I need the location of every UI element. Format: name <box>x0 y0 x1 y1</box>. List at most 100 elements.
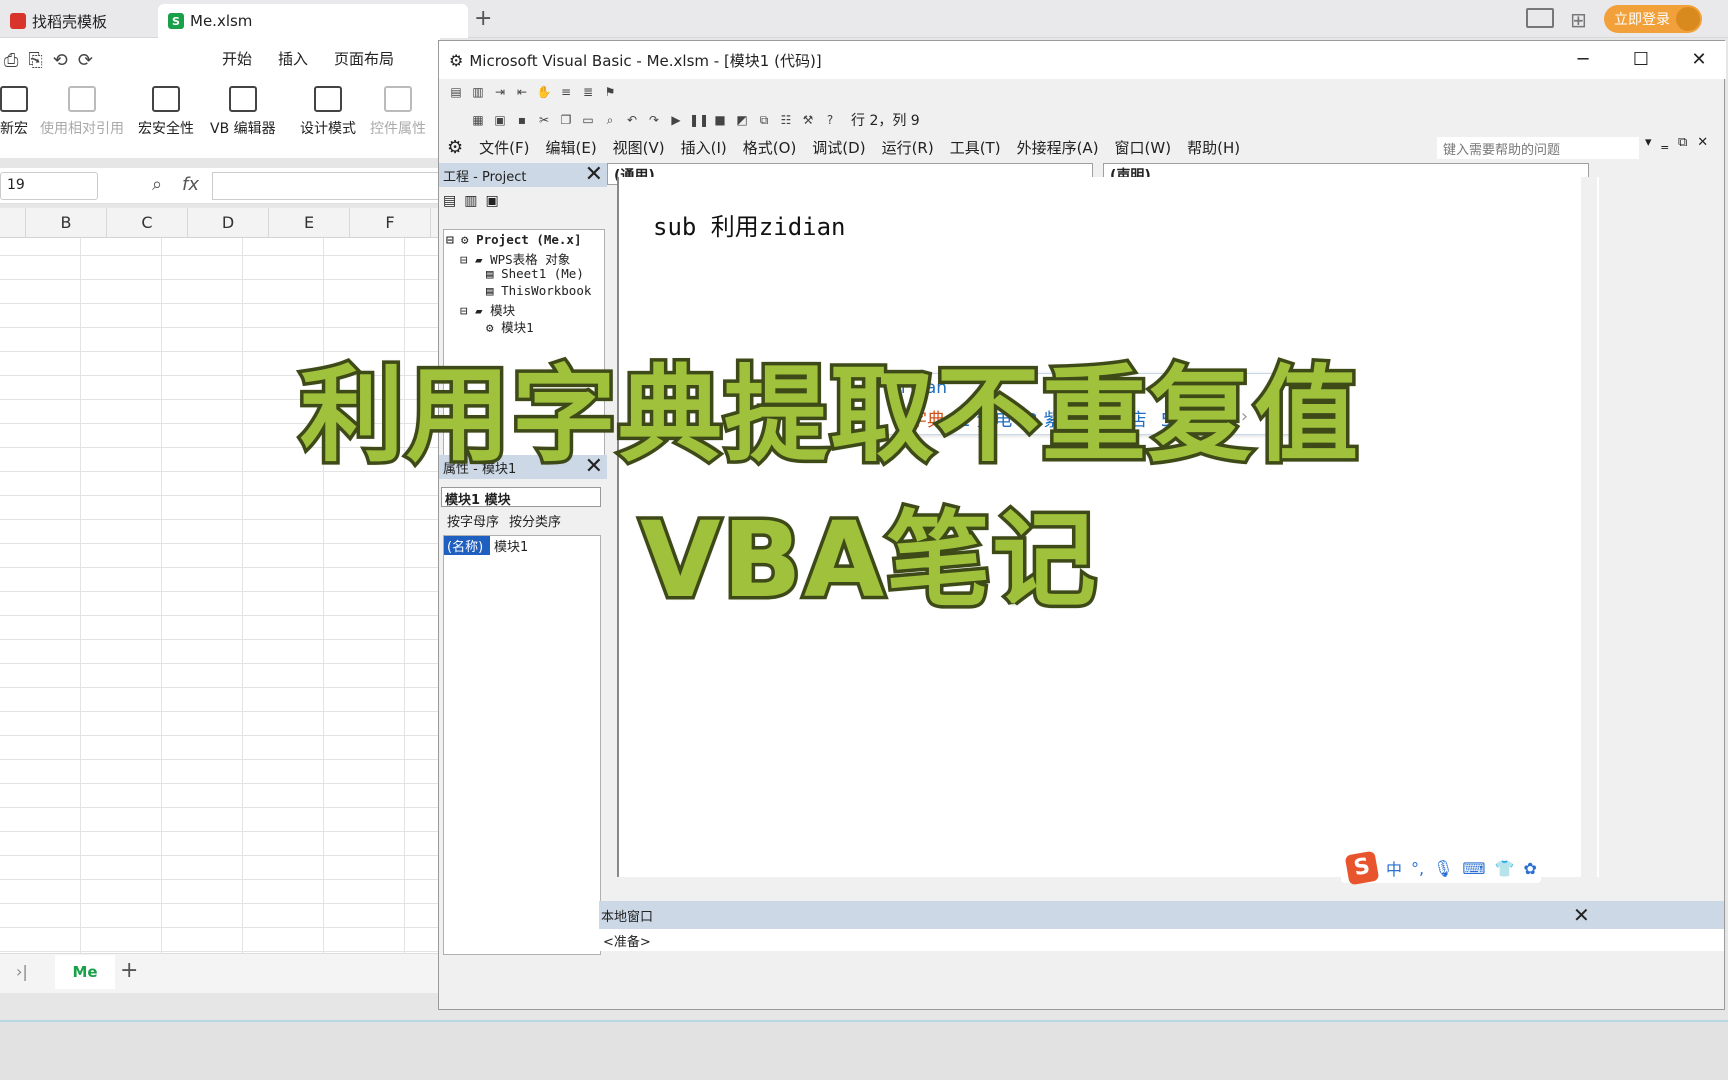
menu-start[interactable]: 开始 <box>222 48 252 69</box>
quick-access-icons[interactable]: ⎙⎘⟲⟳ <box>4 50 103 71</box>
tree-item-objects[interactable]: ⊟ ▰ WPS表格 对象 <box>446 249 602 266</box>
vb-editor-button[interactable]: VB 编辑器 <box>210 86 276 138</box>
menu-insert[interactable]: 插入 <box>278 48 308 69</box>
pause-icon[interactable]: ❚❚ <box>689 112 709 128</box>
insert-module-icon[interactable]: ▣ <box>491 112 509 128</box>
close-icon[interactable]: ✕ <box>1573 903 1590 927</box>
help-icon[interactable]: ? <box>821 112 839 128</box>
tab-template[interactable]: 找稻壳模板 <box>0 4 150 38</box>
undo-icon[interactable]: ↶ <box>623 112 641 128</box>
column-header[interactable]: D <box>188 208 269 237</box>
column-header[interactable]: C <box>107 208 188 237</box>
sogou-logo-icon[interactable]: S <box>1344 850 1380 886</box>
fx-icon[interactable]: fx <box>182 174 199 195</box>
maximize-icon[interactable]: ☐ <box>1612 41 1670 79</box>
design-mode-icon[interactable]: ◩ <box>733 112 751 128</box>
close-icon[interactable]: ✕ <box>585 164 603 186</box>
toggle-breakpoint-icon[interactable]: ✋ <box>535 84 553 100</box>
layout-icon[interactable] <box>1526 8 1554 28</box>
sheet-grid[interactable] <box>0 208 440 953</box>
apps-grid-icon[interactable]: ⊞ <box>1570 8 1587 32</box>
control-props-button[interactable]: 控件属性 <box>370 86 426 138</box>
tree-item-modules[interactable]: ⊟ ▰ 模块 <box>446 300 602 317</box>
toolbox-icon[interactable]: ✿ <box>1523 859 1536 878</box>
column-header[interactable] <box>0 208 26 237</box>
overlay-title-line1: 利用字典提取不重复值 <box>296 351 1361 480</box>
code-line[interactable]: sub 利用zidian <box>653 207 846 242</box>
menu-edit[interactable]: 编辑(E) <box>537 137 604 158</box>
excel-view-icon[interactable]: ▦ <box>469 112 487 128</box>
column-headers: B C D E F <box>0 208 440 238</box>
cut-icon[interactable]: ✂ <box>535 112 553 128</box>
close-icon[interactable]: ✕ <box>1670 41 1728 79</box>
menu-tools[interactable]: 工具(T) <box>942 137 1009 158</box>
menu-file[interactable]: 文件(F) <box>471 137 537 158</box>
menu-view[interactable]: 视图(V) <box>605 137 673 158</box>
properties-object-select[interactable]: 模块1 模块 <box>441 487 601 508</box>
status-bar <box>0 1020 1728 1080</box>
tree-item-project[interactable]: ⊟ ⚙ Project (Me.x] <box>446 232 602 249</box>
sheet-tab-me[interactable]: Me <box>55 955 115 989</box>
properties-icon <box>384 86 412 112</box>
tab-alphabetic[interactable]: 按字母序 <box>447 511 499 533</box>
column-header[interactable]: F <box>350 208 431 237</box>
outdent-icon[interactable]: ⇤ <box>513 84 531 100</box>
skin-icon[interactable]: 👕 <box>1495 859 1515 878</box>
vbe-menu-icon[interactable]: ⚙ <box>439 137 471 158</box>
project-explorer-icon[interactable]: ⧉ <box>755 112 773 128</box>
new-macro-button[interactable]: 新宏 <box>0 86 28 138</box>
help-search-input[interactable]: 键入需要帮助的问题 <box>1437 137 1639 159</box>
indent-icon[interactable]: ⇥ <box>491 84 509 100</box>
uncomment-block-icon[interactable]: ≣ <box>579 84 597 100</box>
tree-item-sheet1[interactable]: ▤ Sheet1 (Me) <box>446 266 602 283</box>
redo-icon[interactable]: ↷ <box>645 112 663 128</box>
stop-icon[interactable]: ■ <box>711 112 729 128</box>
tab-categorized[interactable]: 按分类序 <box>509 511 561 533</box>
tab-me-xlsm[interactable]: S Me.xlsm <box>158 4 468 38</box>
menu-debug[interactable]: 调试(D) <box>804 137 873 158</box>
ime-lang-toggle[interactable]: 中 <box>1386 856 1402 880</box>
macro-security-button[interactable]: 宏安全性 <box>138 86 194 138</box>
new-tab-icon[interactable]: + <box>474 6 492 31</box>
find-icon[interactable]: ⌕ <box>601 112 619 128</box>
property-row-name[interactable]: (名称) 模块1 <box>444 536 600 555</box>
zoom-search-icon[interactable]: ⌕ <box>152 174 162 195</box>
view-code-icon[interactable]: ▤ <box>447 84 465 100</box>
object-browser-icon[interactable]: ⚒ <box>799 112 817 128</box>
relative-ref-button[interactable]: 使用相对引用 <box>40 86 124 138</box>
view-object-icon[interactable]: ▥ <box>469 84 487 100</box>
formula-input[interactable] <box>212 172 440 200</box>
ime-punct-toggle[interactable]: °, <box>1411 859 1424 878</box>
project-pane-title: 工程 - Project ✕ <box>439 163 607 187</box>
menu-window[interactable]: 窗口(W) <box>1107 137 1180 158</box>
last-sheet-icon[interactable]: ›| <box>16 962 28 981</box>
menu-page-layout[interactable]: 页面布局 <box>334 48 394 69</box>
save-icon[interactable]: ▪ <box>513 112 531 128</box>
column-header[interactable]: B <box>26 208 107 237</box>
project-view-icons[interactable]: ▤▥▣ <box>439 187 607 217</box>
avatar[interactable] <box>1676 7 1700 31</box>
microphone-icon[interactable]: 🎙 <box>1433 859 1453 878</box>
run-icon[interactable]: ▶ <box>667 112 685 128</box>
vertical-scrollbar[interactable] <box>1581 177 1597 877</box>
menu-addins[interactable]: 外接程序(A) <box>1009 137 1107 158</box>
tree-item-thisworkbook[interactable]: ▤ ThisWorkbook <box>446 283 602 300</box>
docer-logo-icon <box>10 13 26 29</box>
copy-icon[interactable]: ❐ <box>557 112 575 128</box>
mdi-controls-icon[interactable]: ▾‗⧉✕ <box>1645 135 1718 150</box>
properties-window-icon[interactable]: ☷ <box>777 112 795 128</box>
menu-insert[interactable]: 插入(I) <box>673 137 735 158</box>
menu-help[interactable]: 帮助(H) <box>1179 137 1248 158</box>
add-sheet-button[interactable]: + <box>120 958 138 983</box>
comment-block-icon[interactable]: ≡ <box>557 84 575 100</box>
menu-run[interactable]: 运行(R) <box>874 137 942 158</box>
properties-tabs: 按字母序 按分类序 <box>441 511 601 533</box>
name-box[interactable]: 19 <box>0 172 98 200</box>
keyboard-icon[interactable]: ⌨ <box>1462 859 1485 878</box>
column-header[interactable]: E <box>269 208 350 237</box>
paste-icon[interactable]: ▭ <box>579 112 597 128</box>
design-mode-button[interactable]: 设计模式 <box>300 86 356 138</box>
minimize-icon[interactable]: ─ <box>1554 41 1612 79</box>
menu-format[interactable]: 格式(O) <box>735 137 805 158</box>
bookmark-icon[interactable]: ⚑ <box>601 84 619 100</box>
